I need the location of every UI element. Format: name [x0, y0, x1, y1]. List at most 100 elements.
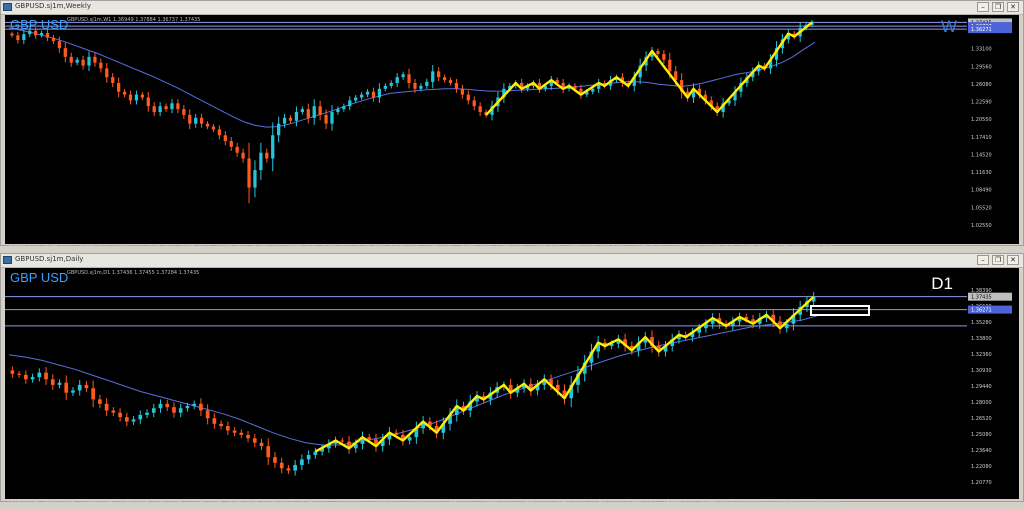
price-tick-label: 1.14520: [971, 152, 992, 158]
time-tick-label: 14 May 2025: [663, 499, 696, 505]
restore-button[interactable]: ❐: [992, 255, 1004, 265]
price-tick-label: 1.33800: [971, 336, 992, 342]
window-titlebar[interactable]: GBPUSD.sj1m,Daily – ❐ ✕: [1, 254, 1023, 268]
candle-body: [235, 146, 239, 153]
candle-body: [152, 106, 156, 113]
candle-body: [57, 382, 62, 385]
candle-body: [138, 414, 143, 420]
time-tick-label: 1 Oct 2023: [424, 244, 452, 250]
candle-body: [84, 384, 89, 389]
price-tick-label: 1.26080: [971, 82, 992, 88]
price-tick-label: 1.29440: [971, 384, 992, 390]
candle-body: [71, 390, 75, 393]
time-tick-label: 21 Jan 2024: [494, 244, 524, 250]
daily-price-plot[interactable]: GBP USD GBPUSD.sj1m,D1 1.37436 1.37455 1…: [5, 268, 967, 490]
time-tick-label: 3 Feb 2025: [335, 499, 363, 505]
candle-body: [23, 374, 28, 380]
candle-body: [342, 106, 346, 110]
symbol-label: GBP USD: [10, 270, 69, 285]
candle-body: [294, 112, 299, 121]
candle-body: [77, 384, 82, 391]
candle-body: [359, 94, 364, 98]
time-tick-label: 22 Jan 2025: [299, 499, 329, 505]
price-tick-label: 1.22080: [971, 464, 992, 470]
time-tick-label: 1 Sep 2024: [633, 244, 662, 250]
weekly-price-plot[interactable]: GBP USD GBPUSD.sj1m,W1 1.36949 1.37884 1…: [5, 15, 967, 235]
candle-body: [300, 109, 304, 113]
candle-body: [407, 437, 412, 441]
time-tick-label: 27 Oct 2024: [668, 244, 699, 250]
candle-body: [122, 91, 127, 95]
candle-body: [265, 152, 269, 159]
daily-price-axis[interactable]: 1.383901.366001.352801.338001.323601.309…: [967, 268, 1019, 490]
time-tick-label: 25 Feb 2025: [408, 499, 439, 505]
time-tick-label: 7 Mar 2025: [444, 499, 473, 505]
candle-body: [188, 114, 192, 124]
time-tick-label: 26 Nov 2023: [459, 244, 491, 250]
candle-body: [194, 117, 198, 124]
timeframe-label: W: [940, 17, 957, 36]
time-tick-label: 28 Nov 2021: [7, 244, 39, 250]
candle-body: [30, 377, 35, 380]
time-tick-label: 11 Jun 2023: [355, 244, 385, 250]
candle-body: [158, 106, 162, 113]
candle-body: [413, 82, 417, 89]
candle-body: [419, 85, 423, 89]
candle-body: [286, 468, 291, 471]
weekly-time-axis[interactable]: 28 Nov 2021 23 Jan 2022 20 Mar 2022 15 May …: [5, 235, 1019, 250]
price-tick-label: 1.32360: [971, 352, 992, 358]
candle-body: [259, 152, 263, 171]
weekly-chart-window[interactable]: GBPUSD.sj1m,Weekly – ❐ ✕ GBP USD GBPUSD.…: [0, 0, 1024, 250]
candle-body: [145, 412, 149, 415]
candle-body: [57, 41, 62, 49]
price-tag-label: 1.37435: [971, 295, 992, 301]
minimize-button[interactable]: –: [977, 255, 989, 265]
candle-body: [318, 106, 322, 115]
moving-average-line: [8, 315, 818, 446]
candle-body: [124, 417, 129, 422]
price-tick-label: 1.30930: [971, 368, 992, 374]
candle-body: [336, 109, 340, 113]
candle-body: [164, 106, 168, 110]
minimize-button[interactable]: –: [977, 2, 989, 12]
moving-average-line: [8, 27, 816, 128]
time-tick-label: 17 Jun 2025: [773, 499, 803, 505]
candle-body: [466, 94, 470, 101]
time-tick-label: 7 Jul 2024: [598, 244, 623, 250]
time-tick-label: 19 Mar 2025: [481, 499, 513, 505]
close-button[interactable]: ✕: [1007, 2, 1019, 12]
candle-body: [212, 418, 217, 424]
daily-time-axis-svg: 15 Oct 2024 28 Oct 2024 11 Nov 2024 22 Nov …: [7, 499, 839, 505]
candle-body: [282, 117, 287, 124]
price-tick-label: 1.08490: [971, 188, 992, 194]
candle-body: [223, 135, 227, 142]
candle-body: [383, 85, 387, 89]
candle-body: [472, 100, 476, 107]
candle-body: [348, 100, 352, 107]
candle-body: [37, 372, 42, 378]
daily-candles-svg: [5, 292, 967, 476]
weekly-price-axis[interactable]: 1.366401.331001.295601.260801.225901.205…: [967, 15, 1019, 235]
restore-button[interactable]: ❐: [992, 2, 1004, 12]
candle-body: [246, 434, 250, 439]
time-tick-label: 4 Sep 2022: [181, 244, 210, 250]
time-tick-label: 16 Feb 2025: [737, 244, 768, 250]
daily-time-axis[interactable]: 15 Oct 2024 28 Oct 2024 11 Nov 2024 22 Nov …: [5, 490, 1019, 505]
candle-body: [401, 74, 405, 78]
time-tick-label: 20 Mar 2022: [77, 244, 109, 250]
zigzag-swing-line: [485, 21, 813, 116]
time-tick-label: 22 Nov 2024: [116, 499, 148, 505]
candle-body: [111, 77, 115, 83]
candle-body: [91, 388, 96, 400]
candle-body: [591, 88, 595, 92]
candle-body: [259, 442, 264, 447]
daily-chart-window[interactable]: GBPUSD.sj1m,Daily – ❐ ✕ GBP USD GBPUSD.s…: [0, 253, 1024, 505]
candle-body: [371, 91, 376, 98]
candle-body: [277, 123, 281, 136]
candle-body: [241, 152, 245, 159]
time-tick-label: 5 Jun 2025: [736, 499, 763, 505]
window-titlebar[interactable]: GBPUSD.sj1m,Weekly – ❐ ✕: [1, 1, 1023, 15]
candle-body: [105, 68, 109, 78]
close-button[interactable]: ✕: [1007, 255, 1019, 265]
candle-body: [211, 126, 216, 130]
